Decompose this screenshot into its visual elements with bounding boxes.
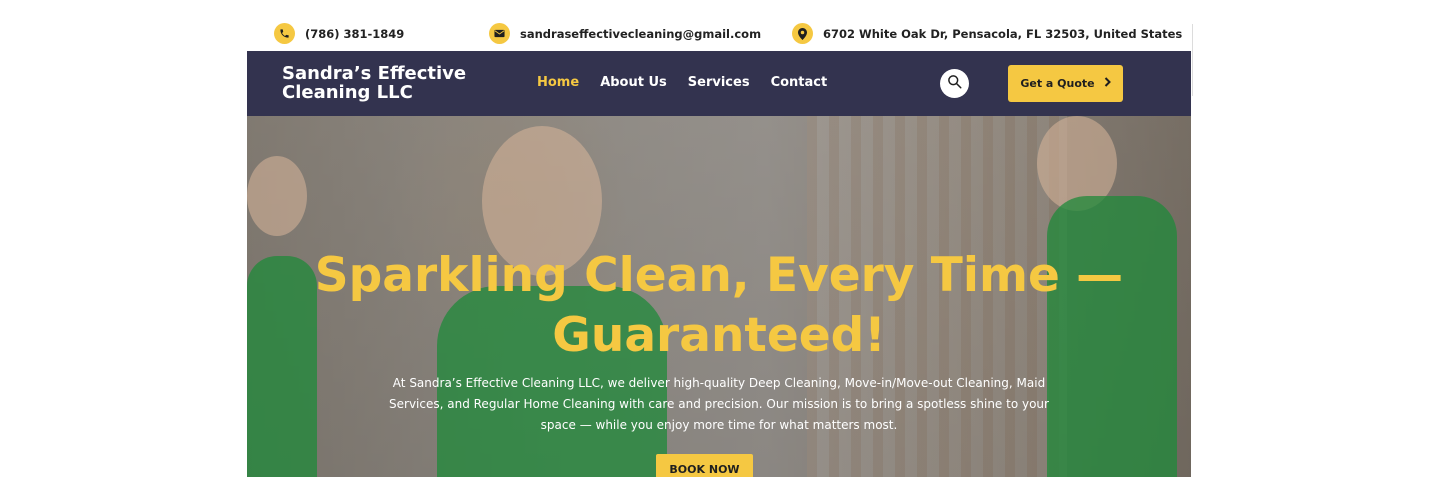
hero-title-line-2: Guaranteed! (552, 308, 886, 363)
hero-text-line-3: space — while you enjoy more time for wh… (540, 418, 898, 432)
nav-contact[interactable]: Contact (771, 75, 828, 90)
hero-section: Sparkling Clean, Every Time — Guaranteed… (247, 116, 1191, 477)
logo-line-1: Sandra’s Effective (282, 63, 467, 84)
map-pin-icon (792, 23, 813, 44)
logo-line-2: Cleaning LLC (282, 82, 413, 103)
site-logo[interactable]: Sandra’s Effective Cleaning LLC (282, 64, 466, 102)
phone-icon (274, 23, 295, 44)
quote-label: Get a Quote (1020, 77, 1095, 90)
envelope-icon (489, 23, 510, 44)
background-photo-person (247, 156, 307, 236)
main-header: Sandra’s Effective Cleaning LLC Home Abo… (247, 51, 1191, 116)
contact-email[interactable]: sandraseffectivecleaning@gmail.com (489, 23, 761, 44)
main-nav: Home About Us Services Contact (537, 75, 848, 90)
contact-address[interactable]: 6702 White Oak Dr, Pensacola, FL 32503, … (792, 23, 1182, 44)
book-now-button[interactable]: BOOK NOW (656, 454, 753, 477)
divider (1192, 24, 1193, 96)
hero-title-line-1: Sparkling Clean, Every Time — (314, 248, 1124, 303)
hero-description: At Sandra’s Effective Cleaning LLC, we d… (387, 373, 1051, 436)
address-text: 6702 White Oak Dr, Pensacola, FL 32503, … (823, 26, 1183, 41)
search-icon (947, 74, 962, 93)
phone-text: (786) 381-1849 (305, 26, 405, 41)
email-text: sandraseffectivecleaning@gmail.com (520, 26, 762, 41)
contact-phone[interactable]: (786) 381-1849 (274, 23, 404, 44)
nav-home[interactable]: Home (537, 75, 579, 90)
search-button[interactable] (940, 69, 969, 98)
get-a-quote-button[interactable]: Get a Quote (1008, 65, 1123, 102)
nav-services[interactable]: Services (688, 75, 750, 90)
hero-text-line-2: Services, and Regular Home Cleaning with… (389, 397, 1049, 411)
nav-about-us[interactable]: About Us (600, 75, 667, 90)
contact-bar: (786) 381-1849 sandraseffectivecleaning@… (247, 14, 1191, 52)
hero-title: Sparkling Clean, Every Time — Guaranteed… (247, 246, 1191, 366)
hero-text-line-1: At Sandra’s Effective Cleaning LLC, we d… (392, 376, 1046, 390)
chevron-right-icon (1104, 77, 1111, 90)
